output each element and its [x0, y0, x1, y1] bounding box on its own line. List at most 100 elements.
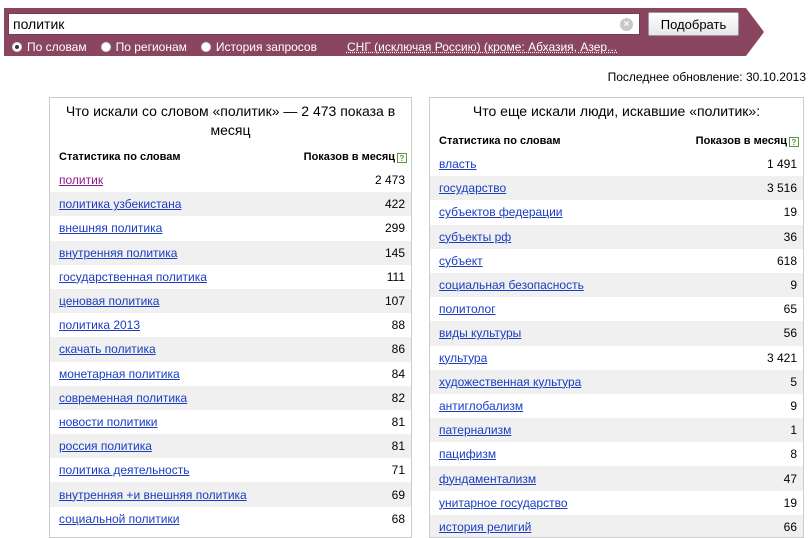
- keyword-link[interactable]: новости политики: [59, 415, 158, 429]
- keyword-link[interactable]: социальной политики: [59, 512, 179, 526]
- impressions-count: 299: [384, 221, 405, 236]
- impressions-count: 88: [391, 318, 405, 333]
- table-row: субъект 618: [430, 249, 803, 273]
- impressions-count: 9: [790, 278, 797, 293]
- table-row: социальной политики 68: [50, 507, 411, 531]
- table-row: история религий 66: [430, 514, 803, 537]
- keyword-link[interactable]: современная политика: [59, 391, 187, 405]
- table-row: политика 2013 88: [50, 313, 411, 337]
- keyword-link[interactable]: виды культуры: [439, 326, 521, 340]
- keyword-link[interactable]: внутренняя +и внешняя политика: [59, 488, 247, 502]
- search-band-arrow: [746, 8, 764, 56]
- keyword-link[interactable]: власть: [439, 157, 477, 171]
- table-row: фундаментализм 47: [430, 466, 803, 491]
- region-selector-link[interactable]: СНГ (исключая Россию) (кроме: Абхазия, А…: [347, 40, 617, 54]
- keyword-link[interactable]: государственная политика: [59, 270, 207, 284]
- keyword-link[interactable]: политолог: [439, 302, 496, 316]
- keyword-link[interactable]: россия политика: [59, 439, 152, 453]
- table-row: политик 2 473: [50, 168, 411, 192]
- mode-history[interactable]: История запросов: [200, 40, 317, 54]
- help-icon[interactable]: ?: [397, 153, 407, 163]
- impressions-count: 36: [783, 229, 797, 244]
- right-panel-title: Что еще искали люди, искавшие «политик»:: [472, 103, 761, 119]
- impressions-count: 1 491: [766, 157, 797, 172]
- col-count-header: Показов в месяц?: [696, 135, 799, 147]
- keyword-link[interactable]: монетарная политика: [59, 367, 180, 381]
- col-count-header: Показов в месяц?: [304, 151, 407, 163]
- keyword-link[interactable]: субъектов федерации: [439, 205, 563, 219]
- keyword-link[interactable]: политика деятельность: [59, 463, 189, 477]
- impressions-count: 71: [391, 463, 405, 478]
- keyword-link[interactable]: фундаментализм: [439, 472, 536, 486]
- table-row: россия политика 81: [50, 434, 411, 459]
- submit-button[interactable]: Подобрать: [648, 12, 739, 36]
- keyword-link[interactable]: субъект: [439, 254, 483, 268]
- keyword-link[interactable]: скачать политика: [59, 342, 156, 356]
- table-row: художественная культура 5: [430, 369, 803, 394]
- mode-by-regions-label: По регионам: [115, 40, 187, 54]
- radio-selected-icon[interactable]: [12, 42, 22, 52]
- table-row: политика деятельность 71: [50, 458, 411, 482]
- table-row: внешняя политика 299: [50, 216, 411, 240]
- keyword-link[interactable]: политика узбекистана: [59, 197, 181, 211]
- help-icon[interactable]: ?: [789, 137, 799, 147]
- keyword-link[interactable]: субъекты рф: [439, 230, 511, 244]
- table-row: новости политики 81: [50, 410, 411, 434]
- mode-by-regions[interactable]: По регионам: [100, 40, 187, 54]
- right-panel: Что еще искали люди, искавшие «политик»:…: [429, 97, 804, 538]
- radio-icon[interactable]: [100, 42, 111, 52]
- keyword-link[interactable]: антиглобализм: [439, 399, 523, 413]
- keyword-link[interactable]: пацифизм: [439, 447, 496, 461]
- impressions-count: 145: [384, 245, 405, 260]
- right-table-header: Статистика по словам Показов в месяц?: [430, 134, 803, 148]
- radio-icon[interactable]: [200, 42, 211, 52]
- table-row: социальная безопасность 9: [430, 272, 803, 298]
- clear-icon[interactable]: ×: [620, 18, 633, 31]
- impressions-count: 1: [790, 423, 797, 438]
- search-input[interactable]: [13, 15, 613, 33]
- left-panel: Что искали со словом «политик» — 2 473 п…: [49, 97, 412, 538]
- keyword-link[interactable]: история религий: [439, 520, 531, 534]
- keyword-link[interactable]: унитарное государство: [439, 496, 568, 510]
- keyword-link[interactable]: внутренняя политика: [59, 246, 177, 260]
- col-count-label: Показов в месяц: [303, 151, 395, 163]
- table-row: патернализм 1: [430, 418, 803, 443]
- table-row: пацифизм 8: [430, 442, 803, 466]
- right-rows: власть 1 491 государство 3 516 субъектов фед…: [430, 152, 803, 537]
- table-row: субъектов федерации 19: [430, 200, 803, 224]
- keyword-link[interactable]: политика 2013: [59, 318, 140, 332]
- left-rows: политик 2 473 политика узбекистана 422 внешн…: [50, 168, 411, 531]
- table-row: государство 3 516: [430, 176, 803, 201]
- mode-by-words[interactable]: По словам: [12, 40, 87, 54]
- table-row: власть 1 491: [430, 152, 803, 176]
- impressions-count: 86: [391, 342, 405, 357]
- keyword-link[interactable]: внешняя политика: [59, 221, 162, 235]
- mode-history-label: История запросов: [215, 40, 317, 54]
- impressions-count: 81: [391, 439, 405, 454]
- impressions-count: 47: [783, 471, 797, 486]
- keyword-link[interactable]: политик: [59, 173, 103, 187]
- search-box[interactable]: ×: [8, 13, 640, 35]
- impressions-count: 3 516: [766, 181, 797, 196]
- keyword-link[interactable]: патернализм: [439, 423, 511, 437]
- impressions-count: 5: [790, 374, 797, 389]
- keyword-link[interactable]: художественная культура: [439, 375, 581, 389]
- keyword-link[interactable]: ценовая политика: [59, 294, 159, 308]
- table-row: скачать политика 86: [50, 337, 411, 362]
- impressions-count: 2 473: [374, 173, 405, 188]
- impressions-count: 81: [391, 414, 405, 429]
- keyword-link[interactable]: социальная безопасность: [439, 278, 584, 292]
- impressions-count: 618: [776, 253, 797, 268]
- impressions-count: 66: [783, 519, 797, 534]
- table-row: ценовая политика 107: [50, 288, 411, 314]
- table-row: внутренняя +и внешняя политика 69: [50, 482, 411, 507]
- table-row: культура 3 421: [430, 346, 803, 370]
- col-words-header: Статистика по словам: [59, 151, 181, 163]
- impressions-count: 3 421: [766, 350, 797, 365]
- table-row: субъекты рф 36: [430, 224, 803, 249]
- table-row: политика узбекистана 422: [50, 192, 411, 217]
- table-row: внутренняя политика 145: [50, 240, 411, 265]
- keyword-link[interactable]: государство: [439, 181, 506, 195]
- keyword-link[interactable]: культура: [439, 351, 487, 365]
- search-mode-row: По словам По регионам История запросов С…: [12, 39, 617, 55]
